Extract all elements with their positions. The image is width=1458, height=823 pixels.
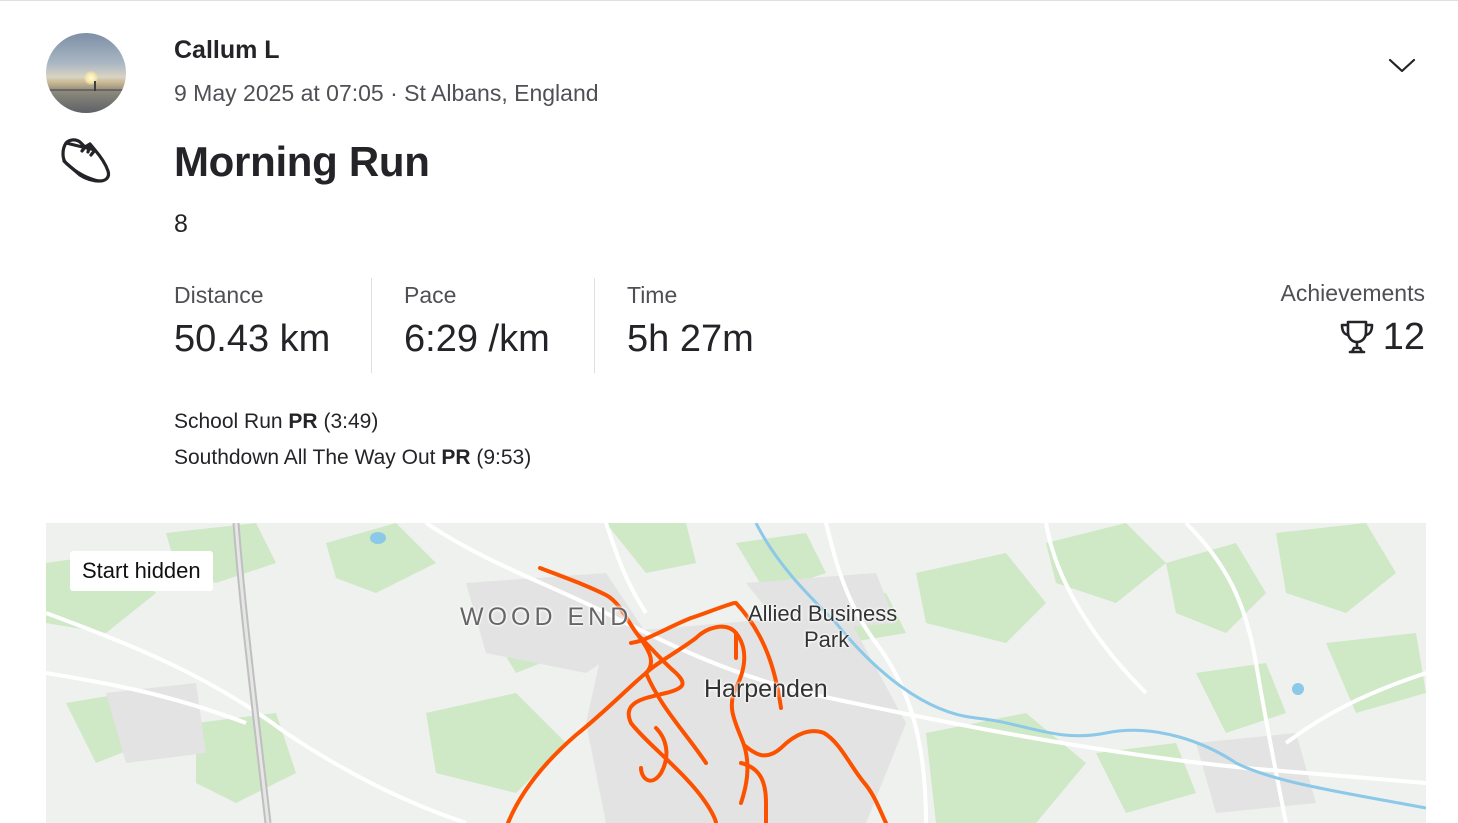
avatar-horizon — [46, 89, 126, 91]
pr-badge: PR — [441, 446, 471, 469]
stat-value: 50.43 km — [174, 318, 331, 360]
activity-meta: 9 May 2025 at 07:05 · St Albans, England — [174, 80, 599, 107]
place-label: Harpenden — [704, 675, 828, 703]
stat-divider — [594, 278, 595, 373]
segment-time: (9:53) — [476, 446, 532, 469]
athlete-avatar[interactable] — [46, 33, 126, 113]
segment-item[interactable]: School Run PR (3:49) — [174, 410, 378, 434]
stat-divider — [371, 278, 372, 373]
stat-pace: Pace 6:29 /km — [404, 280, 550, 364]
activity-description: 8 — [174, 210, 188, 238]
top-divider — [0, 0, 1458, 1]
route-map[interactable]: Start hidden WOOD END Allied Business Pa… — [46, 523, 1426, 823]
achievements[interactable]: Achievements 12 — [1281, 278, 1425, 362]
chevron-down-icon[interactable] — [1386, 52, 1418, 78]
segment-name[interactable]: Southdown All The Way Out — [174, 446, 435, 469]
activity-datetime: 9 May 2025 at 07:05 — [174, 80, 384, 106]
place-label: WOOD END — [460, 603, 633, 631]
place-label: Allied Business — [748, 601, 898, 626]
stat-label: Distance — [174, 282, 264, 308]
activity-title[interactable]: Morning Run — [174, 138, 430, 186]
athlete-name[interactable]: Callum L — [174, 36, 280, 65]
trophy-icon — [1340, 320, 1374, 354]
avatar-tower — [94, 81, 96, 91]
pr-badge: PR — [288, 410, 318, 433]
activity-location: St Albans, England — [404, 80, 599, 106]
segment-time: (3:49) — [323, 410, 379, 433]
stat-distance: Distance 50.43 km — [174, 280, 330, 364]
stat-label: Time — [627, 282, 678, 308]
segment-item[interactable]: Southdown All The Way Out PR (9:53) — [174, 446, 531, 470]
start-hidden-label: Start hidden — [70, 551, 213, 591]
segment-name[interactable]: School Run — [174, 410, 283, 433]
stat-value: 5h 27m — [627, 318, 754, 360]
achievements-count: 12 — [1382, 316, 1425, 358]
meta-separator: · — [390, 80, 405, 106]
map-canvas — [46, 523, 1426, 823]
place-label: Park — [804, 627, 850, 652]
stat-time: Time 5h 27m — [627, 280, 754, 364]
achievements-label: Achievements — [1280, 280, 1425, 306]
stat-label: Pace — [404, 282, 457, 308]
stat-value: 6:29 /km — [404, 318, 550, 360]
running-shoe-icon — [61, 138, 111, 183]
